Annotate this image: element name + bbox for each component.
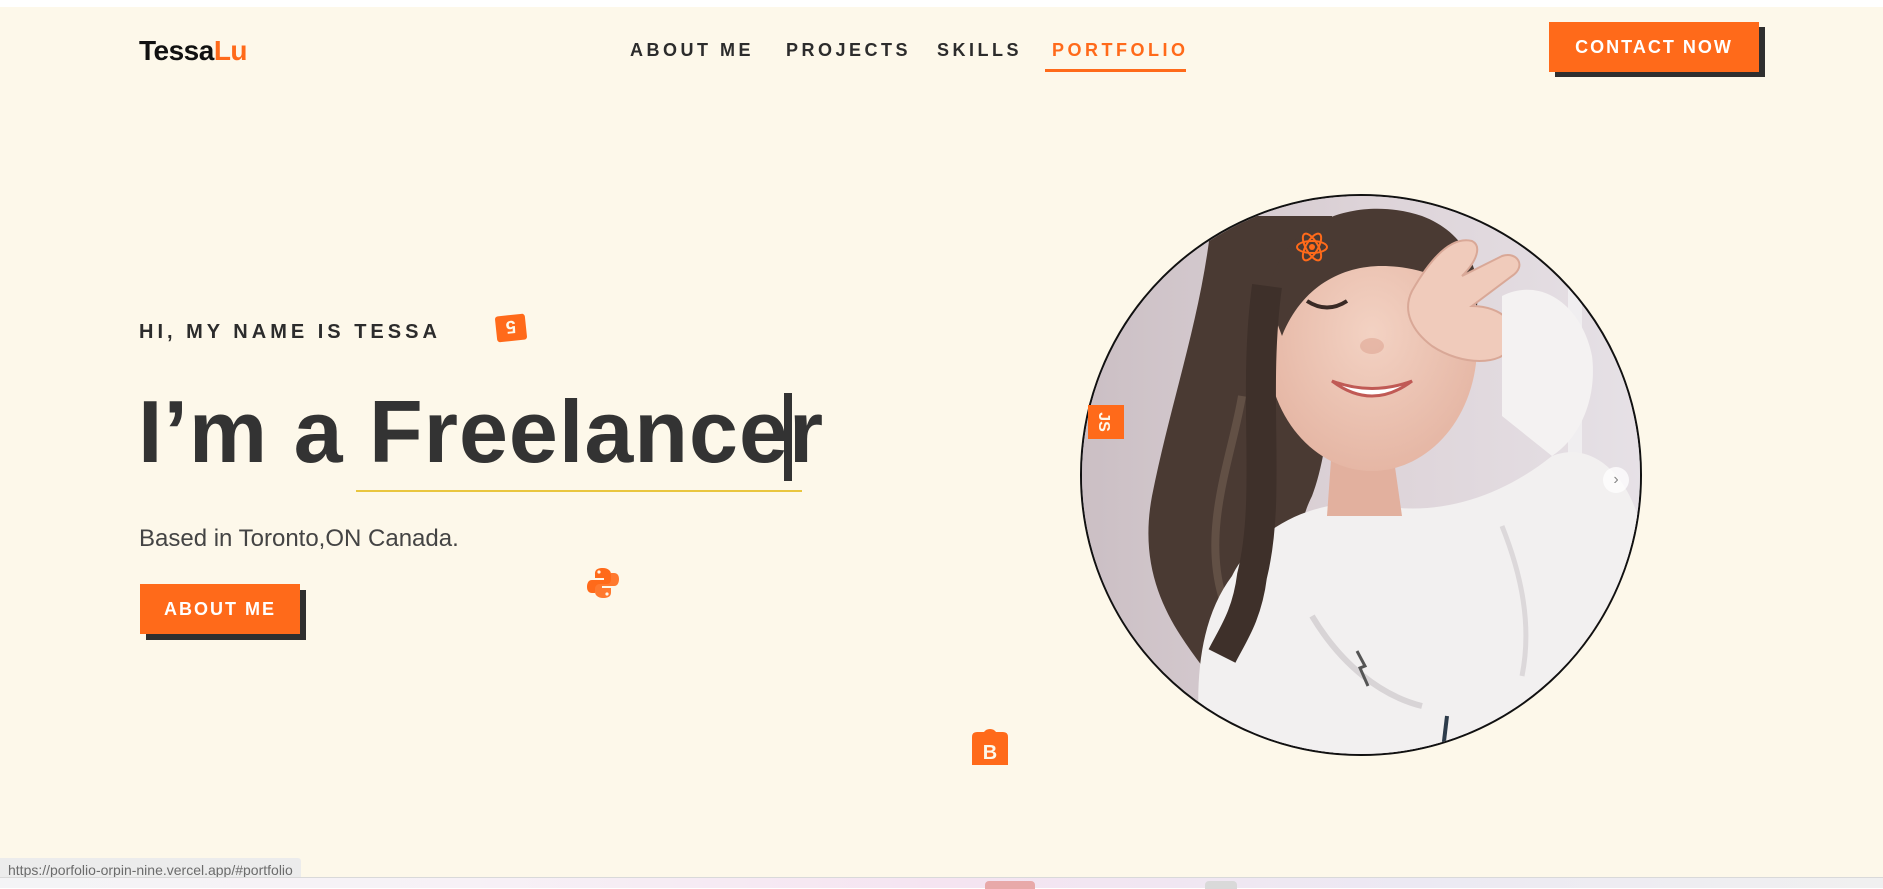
react-icon <box>1294 229 1330 270</box>
python-icon <box>585 565 621 606</box>
contact-now-button[interactable]: CONTACT NOW <box>1549 22 1759 72</box>
os-taskbar <box>0 877 1883 889</box>
html5-icon-glyph: 5 <box>505 317 517 338</box>
nav-active-underline <box>1045 69 1186 72</box>
nav-item-portfolio[interactable]: PORTFOLIO <box>1052 40 1189 61</box>
about-me-button[interactable]: ABOUT ME <box>140 584 300 634</box>
typed-word-underline <box>356 490 802 492</box>
page: TessaLu ABOUT ME PROJECTS SKILLS PORTFOL… <box>0 7 1883 877</box>
slider-next-arrow[interactable]: › <box>1603 467 1629 493</box>
headline-prefix: I’m a <box>138 382 369 481</box>
javascript-icon: JS <box>1088 405 1124 444</box>
nav-item-skills[interactable]: SKILLS <box>937 40 1022 61</box>
hero-subtitle: Based in Toronto,ON Canada. <box>139 525 459 552</box>
html5-icon: 5 <box>494 313 528 348</box>
nav-item-projects[interactable]: PROJECTS <box>786 40 911 61</box>
headline-typed-word: Freelancer <box>368 382 825 481</box>
chevron-right-icon: › <box>1613 471 1619 488</box>
profile-photo <box>1080 194 1642 756</box>
hero-headline: I’m a Freelancer <box>138 381 824 483</box>
bootstrap-icon: B <box>970 729 1010 770</box>
typing-cursor <box>784 393 792 481</box>
browser-status-url: https://porfolio-orpin-nine.vercel.app/#… <box>0 858 301 877</box>
javascript-icon-glyph: JS <box>1095 412 1112 432</box>
nav-item-about-me[interactable]: ABOUT ME <box>630 40 754 61</box>
bootstrap-icon-glyph: B <box>983 742 997 764</box>
profile-photo-illustration <box>1082 196 1640 754</box>
hero-kicker: HI, MY NAME IS TESSA <box>139 321 441 343</box>
